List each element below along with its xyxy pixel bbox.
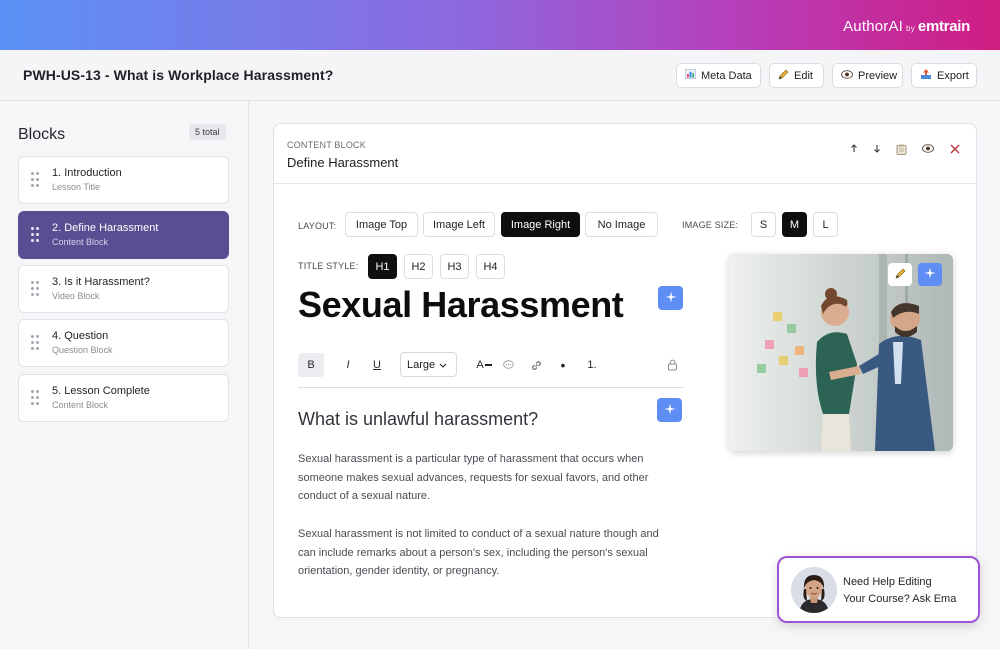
content-title[interactable]: Sexual Harassment [298, 284, 624, 326]
brand-logo: AuthorAI by emtrain [843, 18, 970, 35]
bullet-list-icon[interactable]: • [556, 353, 570, 377]
title-style-h4-button[interactable]: H4 [476, 254, 505, 279]
image-size-s-button[interactable]: S [751, 212, 776, 237]
eye-icon [841, 69, 853, 82]
underline-button[interactable]: U [369, 353, 385, 377]
layout-no-image-button[interactable]: No Image [585, 212, 658, 237]
block-item-subtitle: Content Block [52, 400, 109, 410]
pencil-icon [895, 268, 906, 282]
export-label: Export [937, 69, 969, 82]
block-item-subtitle: Video Block [52, 291, 100, 301]
content-image[interactable] [729, 254, 953, 451]
body-paragraph[interactable]: Sexual harassment is not limited to cond… [298, 525, 678, 581]
content-block-panel: CONTENT BLOCK Define Harassment LAYOUT: … [273, 123, 977, 618]
text-format-toolbar: B I U Large A • 1. [298, 352, 684, 388]
arrow-down-icon[interactable] [869, 144, 885, 156]
brand-name: AuthorAI [843, 18, 904, 35]
arrow-up-icon[interactable] [846, 144, 862, 156]
eye-icon[interactable] [920, 144, 936, 156]
block-item-title: 4. Question [52, 330, 109, 342]
copy-icon[interactable] [893, 144, 909, 158]
block-item-title: 2. Define Harassment [52, 222, 159, 234]
italic-button[interactable]: I [340, 353, 356, 377]
page-title: PWH-US-13 - What is Workplace Harassment… [23, 67, 334, 83]
ask-ema-help-widget[interactable]: Need Help Editing Your Course? Ask Ema [777, 556, 980, 623]
image-size-label: IMAGE SIZE: [682, 220, 739, 230]
drag-handle-icon[interactable] [31, 390, 39, 406]
ai-sparkle-body-button[interactable] [657, 398, 682, 422]
ai-image-button[interactable] [918, 263, 942, 286]
brand-company: emtrain [917, 18, 970, 35]
text-color-label: A [476, 359, 484, 371]
sparkle-icon [924, 267, 936, 282]
sparkle-icon [665, 291, 677, 306]
font-size-value: Large [407, 358, 436, 371]
panel-header: CONTENT BLOCK Define Harassment [274, 124, 976, 184]
block-item-subtitle: Question Block [52, 345, 113, 355]
image-size-m-button[interactable]: M [782, 212, 807, 237]
ai-sparkle-title-button[interactable] [658, 286, 683, 310]
meta-data-label: Meta Data [701, 69, 752, 82]
edit-label: Edit [794, 69, 813, 82]
help-text-line-1: Need Help Editing [843, 576, 932, 588]
bold-button[interactable]: B [298, 353, 324, 377]
numbered-list-button[interactable]: 1. [583, 353, 601, 377]
block-item-subtitle: Lesson Title [52, 182, 101, 192]
comment-icon[interactable] [500, 353, 516, 377]
sidebar-item-question[interactable]: 4. Question Question Block [18, 319, 229, 367]
sparkle-icon [664, 403, 676, 418]
drag-handle-icon[interactable] [31, 281, 39, 297]
pencil-icon [778, 69, 789, 83]
drag-handle-icon[interactable] [31, 335, 39, 351]
edit-button[interactable]: Edit [769, 63, 824, 88]
title-bar: PWH-US-13 - What is Workplace Harassment… [0, 50, 1000, 101]
body-paragraph[interactable]: Sexual harassment is a particular type o… [298, 450, 678, 506]
top-bar: AuthorAI by emtrain [0, 0, 1000, 50]
sidebar-title: Blocks [18, 126, 66, 143]
layout-image-top-button[interactable]: Image Top [345, 212, 418, 237]
sidebar-item-is-it-harassment[interactable]: 3. Is it Harassment? Video Block [18, 265, 229, 313]
drag-handle-icon[interactable] [31, 227, 39, 243]
export-icon [920, 68, 932, 83]
chevron-down-icon [439, 359, 447, 371]
font-size-select[interactable]: Large [400, 352, 457, 377]
drag-handle-icon[interactable] [31, 172, 39, 188]
sidebar-item-introduction[interactable]: 1. Introduction Lesson Title [18, 156, 229, 204]
layout-label: LAYOUT: [298, 221, 337, 231]
ema-avatar [791, 567, 837, 613]
title-style-h2-button[interactable]: H2 [404, 254, 433, 279]
brand-by: by [906, 24, 915, 33]
sidebar-item-lesson-complete[interactable]: 5. Lesson Complete Content Block [18, 374, 229, 422]
blocks-sidebar: Blocks 5 total 1. Introduction Lesson Ti… [0, 101, 249, 649]
lock-icon[interactable] [664, 353, 680, 377]
preview-label: Preview [858, 69, 898, 82]
text-color-swatch-icon [484, 364, 492, 366]
layout-image-right-button[interactable]: Image Right [501, 212, 580, 237]
layout-image-left-button[interactable]: Image Left [423, 212, 495, 237]
close-icon[interactable] [947, 144, 963, 157]
text-color-button[interactable]: A [473, 353, 495, 377]
blocks-count-badge: 5 total [189, 124, 226, 140]
content-block-kicker: CONTENT BLOCK [287, 140, 366, 150]
edit-image-button[interactable] [888, 263, 912, 286]
sidebar-item-define-harassment[interactable]: 2. Define Harassment Content Block [18, 211, 229, 259]
title-style-label: TITLE STYLE: [298, 261, 359, 271]
block-item-title: 1. Introduction [52, 167, 122, 179]
help-text-line-2: Your Course? Ask Ema [843, 593, 957, 605]
meta-data-button[interactable]: Meta Data [676, 63, 761, 88]
image-size-l-button[interactable]: L [813, 212, 838, 237]
content-subheading[interactable]: What is unlawful harassment? [298, 409, 538, 430]
block-item-title: 5. Lesson Complete [52, 385, 150, 397]
title-style-h3-button[interactable]: H3 [440, 254, 469, 279]
bar-chart-icon [684, 68, 697, 82]
preview-button[interactable]: Preview [832, 63, 903, 88]
link-icon[interactable] [528, 353, 544, 377]
export-button[interactable]: Export [911, 63, 977, 88]
block-title: Define Harassment [287, 155, 399, 170]
title-style-h1-button[interactable]: H1 [368, 254, 397, 279]
block-item-subtitle: Content Block [52, 237, 109, 247]
block-item-title: 3. Is it Harassment? [52, 276, 150, 288]
